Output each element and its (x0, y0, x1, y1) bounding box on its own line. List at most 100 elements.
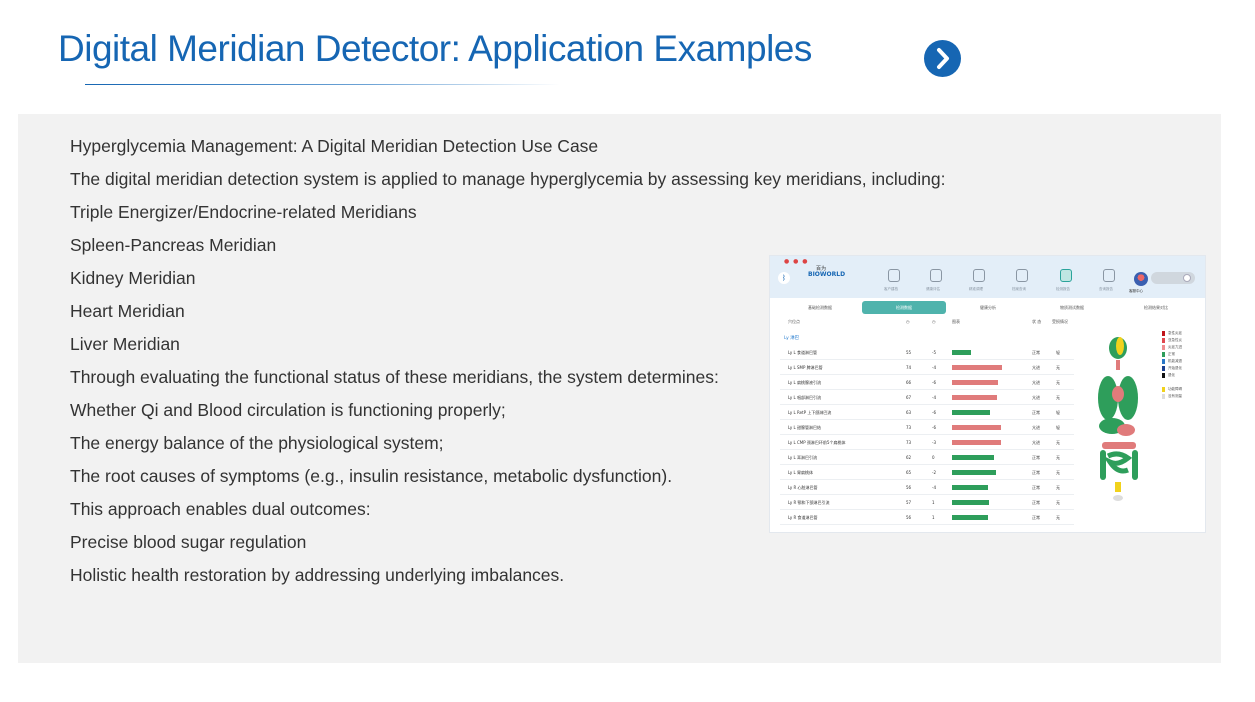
level-bar (952, 380, 998, 385)
chevron-right-circle-icon[interactable] (924, 40, 961, 77)
point-name: Ly L 咽部淋巴引流 (788, 395, 821, 400)
status: 正常 (1032, 500, 1040, 505)
legend-label: 炎症亢进 (1168, 345, 1182, 349)
damage: 轻 (1056, 350, 1060, 355)
tab[interactable]: 基础检测数据 (778, 301, 862, 314)
legend-item: 功能障碍 (1162, 386, 1182, 393)
legend-item: 开始退化 (1162, 365, 1182, 372)
app-header: ● ● ● ᛒ 百为 BIOWORLD 客户建档 健康评估 精准调理 档案查询 检测报告… (770, 256, 1205, 298)
add-client-icon[interactable] (888, 269, 900, 282)
status: 正常 (1032, 485, 1040, 490)
text-line: Holistic health restoration by addressin… (70, 565, 565, 585)
table-row[interactable]: Ly L SMP 脾淋巴管 74 -4 亢进 无 (780, 360, 1074, 375)
table-header: 图表 (952, 319, 960, 324)
legend: 急性炎症 亚急性炎 炎症亢进 正常 机能减退 开始退化 退化 功能障碍 没有测量 (1162, 330, 1182, 400)
target-icon[interactable] (973, 269, 985, 282)
level-bar (952, 485, 988, 490)
damage: 无 (1056, 485, 1060, 490)
point-name: Ly L RetP 上下颌淋巴流 (788, 410, 832, 415)
page-title: Digital Meridian Detector: Application E… (58, 28, 812, 69)
shield-icon[interactable] (930, 269, 942, 282)
tab[interactable]: 检测数据 (862, 301, 946, 314)
level-bar (952, 350, 971, 355)
level-bar (952, 470, 996, 475)
text-line: Liver Meridian (70, 334, 180, 354)
legend-label: 功能障碍 (1168, 387, 1182, 391)
value-2: -5 (932, 350, 936, 355)
table-row[interactable]: Ly L 耳淋巴引流 62 0 正常 无 (780, 450, 1074, 465)
value-1: 67 (906, 395, 912, 400)
table-header: ◷ (906, 319, 910, 324)
legend-swatch (1162, 373, 1165, 378)
table-row[interactable]: Ly R 食道淋巴管 56 1 正常 无 (780, 510, 1074, 525)
table-row[interactable]: Ly R 颚和下颌淋巴引流 57 1 正常 无 (780, 495, 1074, 510)
file-icon[interactable] (1016, 269, 1028, 282)
value-2: -6 (932, 410, 936, 415)
value-2: -2 (932, 470, 936, 475)
text-line: The energy balance of the physiological … (70, 433, 444, 453)
legend-label: 开始退化 (1168, 366, 1182, 370)
legend-swatch (1162, 338, 1165, 343)
damage: 无 (1056, 500, 1060, 505)
value-2: -4 (932, 365, 936, 370)
value-1: 55 (906, 350, 912, 355)
point-name: Ly R 颚和下颌淋巴引流 (788, 500, 830, 505)
table-row[interactable]: Ly L RetP 上下颌淋巴流 63 -6 正常 轻 (780, 405, 1074, 420)
tab[interactable]: 物质测试数据 (1030, 301, 1114, 314)
text-line: The digital meridian detection system is… (70, 169, 946, 189)
table-row[interactable]: Ly L 咽部淋巴引流 67 -4 亢进 无 (780, 390, 1074, 405)
table-row[interactable]: Ly R 心脏淋巴管 56 -4 正常 无 (780, 480, 1074, 495)
table-row[interactable]: Ly L 胃扁桃体 65 -2 正常 无 (780, 465, 1074, 480)
status: 亢进 (1032, 365, 1040, 370)
damage: 无 (1056, 380, 1060, 385)
point-name: Ly L 扁桃腺液引流 (788, 380, 821, 385)
text-line: Heart Meridian (70, 301, 185, 321)
value-1: 62 (906, 455, 912, 460)
avatar[interactable] (1134, 272, 1148, 286)
value-2: -6 (932, 380, 936, 385)
value-1: 73 (906, 425, 912, 430)
table-header: 状 态 (1032, 319, 1042, 324)
app-screenshot: ● ● ● ᛒ 百为 BIOWORLD 客户建档 健康评估 精准调理 档案查询 检测报告… (769, 255, 1206, 533)
user-name: 客服中心 (1129, 289, 1143, 293)
level-bar (952, 440, 1001, 445)
value-1: 65 (906, 470, 912, 475)
point-name: Ly L SMP 脾淋巴管 (788, 365, 823, 370)
legend-item: 正常 (1162, 351, 1182, 358)
content-panel: Hyperglycemia Management: A Digital Meri… (18, 114, 1221, 663)
table-header: 受损情况 (1052, 319, 1068, 324)
legend-swatch (1162, 359, 1165, 364)
value-1: 56 (906, 515, 912, 520)
value-2: 1 (932, 515, 935, 520)
legend-swatch (1162, 394, 1165, 399)
table-row[interactable]: Ly L 甜腺管淋巴结 73 -6 亢进 轻 (780, 420, 1074, 435)
tab[interactable]: 健康分析 (946, 301, 1030, 314)
level-bar (952, 515, 988, 520)
damage: 无 (1056, 440, 1060, 445)
legend-swatch (1162, 366, 1165, 371)
damage: 无 (1056, 455, 1060, 460)
legend-item: 急性炎症 (1162, 330, 1182, 337)
table-row[interactable]: Ly L 扁桃腺液引流 66 -6 亢进 无 (780, 375, 1074, 390)
level-bar (952, 365, 1002, 370)
bluetooth-icon[interactable]: ᛒ (778, 272, 790, 284)
search-report-icon[interactable] (1103, 269, 1115, 282)
legend-label: 亚急性炎 (1168, 338, 1182, 342)
table-row[interactable]: Ly L CMP 颈淋巴环前5个扁桃体 73 -3 亢进 无 (780, 435, 1074, 450)
nav-label: 健康评估 (926, 287, 940, 291)
tab[interactable]: 检测结果对比 (1114, 301, 1198, 314)
text-line: Triple Energizer/Endocrine-related Merid… (70, 202, 417, 222)
status: 正常 (1032, 455, 1040, 460)
value-2: -4 (932, 395, 936, 400)
brand-logo: BIOWORLD (808, 271, 846, 278)
level-bar (952, 395, 997, 400)
value-1: 56 (906, 485, 912, 490)
nav-label: 查询报告 (1099, 287, 1113, 291)
point-name: Ly L 甜腺管淋巴结 (788, 425, 821, 430)
table-row[interactable]: Ly L 食道淋巴管 55 -5 正常 轻 (780, 345, 1074, 360)
status: 亢进 (1032, 380, 1040, 385)
report-icon[interactable] (1060, 269, 1072, 282)
damage: 无 (1056, 515, 1060, 520)
status: 正常 (1032, 515, 1040, 520)
tab-bar: 基础检测数据 检测数据 健康分析 物质测试数据 检测结果对比 (778, 301, 1201, 315)
